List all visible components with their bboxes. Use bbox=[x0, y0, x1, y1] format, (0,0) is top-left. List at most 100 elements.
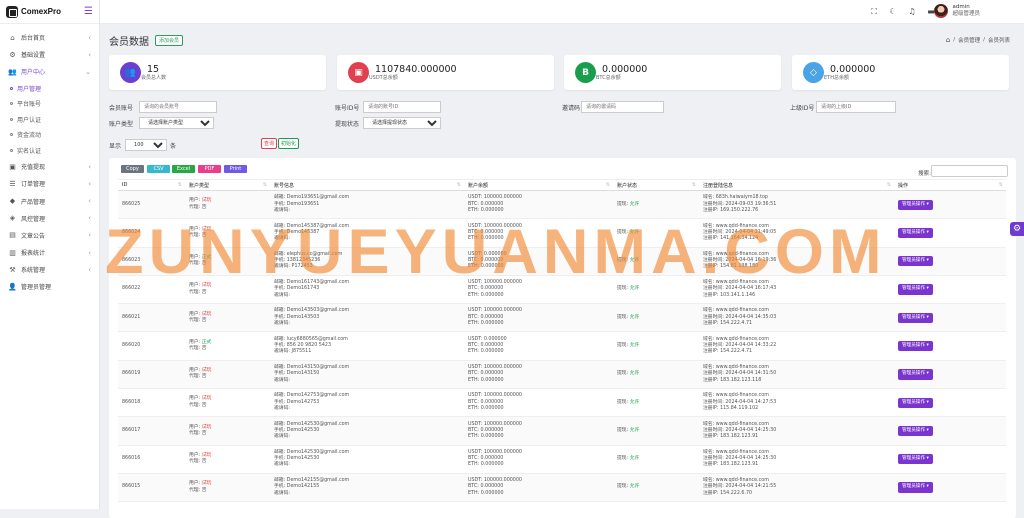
account-type-select[interactable]: 请选择账户类型 bbox=[139, 117, 214, 129]
cell-balance: USDT: 100000.000000BTC: 0.000000ETH: 0.0… bbox=[464, 219, 613, 247]
cell-login: 域名: www.qdd-finance.com注册时间: 2024-04-04 … bbox=[699, 219, 894, 247]
user-menu[interactable]: admin 超级管理员 bbox=[934, 4, 980, 18]
export-print-button[interactable]: Print bbox=[224, 165, 247, 173]
cell-balance: USDT: 100000.000000BTC: 0.000000ETH: 0.0… bbox=[464, 191, 613, 219]
column-header[interactable]: 账号信息⇅ bbox=[270, 180, 464, 191]
search-input[interactable] bbox=[931, 165, 1008, 177]
withdraw-status-select[interactable]: 请选择提现状态 bbox=[363, 117, 441, 129]
cell-status: 提现: 允许 bbox=[613, 247, 699, 275]
stat-card: ▣1107840.000000USDT总余额 bbox=[337, 55, 554, 90]
sidebar-item[interactable]: ⚒系统管理‹ bbox=[0, 261, 99, 278]
sidebar-subitem[interactable]: 实名认证 bbox=[0, 143, 99, 159]
menu-toggle-icon[interactable]: ☰ bbox=[84, 7, 93, 17]
column-header[interactable]: 账户类型⇅ bbox=[185, 180, 270, 191]
stat-label: 会员总人数 bbox=[141, 75, 166, 81]
sort-icon[interactable]: ⇅ bbox=[999, 182, 1003, 188]
reset-button[interactable]: 初始化 bbox=[278, 138, 299, 149]
sidebar-item-label: 管理员管理 bbox=[21, 282, 51, 291]
table-row: 866022用户: 试玩代理: 否邮箱: Demo161743@gmail.co… bbox=[118, 275, 1006, 303]
sidebar-subitem[interactable]: 资金流动 bbox=[0, 127, 99, 143]
stat-label: USDT总余额 bbox=[369, 75, 457, 81]
column-header[interactable]: 操作⇅ bbox=[894, 180, 1006, 191]
column-header[interactable]: ID⇅ bbox=[118, 180, 185, 191]
export-csv-button[interactable]: CSV bbox=[147, 165, 170, 173]
chevron-icon: ‹ bbox=[88, 34, 91, 42]
sidebar-item[interactable]: ◆产品管理‹ bbox=[0, 192, 99, 209]
settings-gear-icon[interactable]: ⚙ bbox=[1010, 222, 1024, 236]
sort-icon[interactable]: ⇅ bbox=[606, 182, 610, 188]
export-copy-button[interactable]: Copy bbox=[121, 165, 144, 173]
admin-action-button[interactable]: 管理员操作 ▾ bbox=[898, 369, 933, 379]
sort-icon[interactable]: ⇅ bbox=[692, 182, 696, 188]
sidebar-item[interactable]: 👤管理员管理 bbox=[0, 278, 99, 295]
sidebar-item[interactable]: ▥报表统计‹ bbox=[0, 244, 99, 261]
cell-account: 邮箱: Demo161743@gmail.com手机: Demo161743邀请… bbox=[270, 275, 464, 303]
column-header[interactable]: 账户余额⇅ bbox=[464, 180, 613, 191]
cell-id: 866021 bbox=[118, 304, 185, 332]
admin-action-button[interactable]: 管理员操作 ▾ bbox=[898, 398, 933, 408]
sidebar-item[interactable]: ⚙基础设置‹ bbox=[0, 46, 99, 63]
sidebar-subitem[interactable]: 平台账号 bbox=[0, 96, 99, 112]
cell-id: 866023 bbox=[118, 247, 185, 275]
cell-account: 邮箱: Demo142530@gmail.com手机: Demo142530邀请… bbox=[270, 417, 464, 445]
export-excel-button[interactable]: Excel bbox=[172, 165, 195, 173]
cell-status: 提现: 允许 bbox=[613, 304, 699, 332]
admin-action-button[interactable]: 管理员操作 ▾ bbox=[898, 426, 933, 436]
stat-label: ETH总余额 bbox=[824, 75, 875, 81]
member-table-card: CopyCSVExcelPDFPrint 搜索: ID⇅账户类型⇅账号信息⇅账户… bbox=[109, 158, 1016, 518]
parent-id-filter: 上级ID号 bbox=[790, 101, 896, 113]
column-header[interactable]: 账户状态⇅ bbox=[613, 180, 699, 191]
fullscreen-icon[interactable]: ⛶ bbox=[869, 7, 879, 17]
sidebar-item-label: 产品管理 bbox=[21, 197, 45, 206]
cart-icon: ☰ bbox=[8, 180, 17, 188]
dark-mode-icon[interactable]: ☾ bbox=[888, 7, 898, 17]
admin-action-button[interactable]: 管理员操作 ▾ bbox=[898, 454, 933, 464]
admin-action-button[interactable]: 管理员操作 ▾ bbox=[898, 284, 933, 294]
cell-account: 邮箱: elephus.cc@gmail.com手机: 13812345236邀… bbox=[270, 247, 464, 275]
table-row: 866021用户: 试玩代理: 否邮箱: Demo143503@gmail.co… bbox=[118, 304, 1006, 332]
cell-balance: USDT: 0.000000BTC: 0.000000ETH: 0.000000 bbox=[464, 332, 613, 360]
sidebar-subitem[interactable]: 用户认证 bbox=[0, 112, 99, 128]
sidebar-item[interactable]: ☰订单管理‹ bbox=[0, 175, 99, 192]
chevron-icon: ‹ bbox=[88, 266, 91, 274]
sidebar-item[interactable]: ▣充值提现‹ bbox=[0, 158, 99, 175]
breadcrumb-item[interactable]: 会员管理 bbox=[958, 36, 980, 44]
admin-action-button[interactable]: 管理员操作 ▾ bbox=[898, 256, 933, 266]
sidebar-item[interactable]: ◈风控管理‹ bbox=[0, 210, 99, 227]
cell-balance: USDT: 100000.000000BTC: 0.000000ETH: 0.0… bbox=[464, 275, 613, 303]
query-button[interactable]: 查询 bbox=[261, 138, 277, 149]
admin-action-button[interactable]: 管理员操作 ▾ bbox=[898, 228, 933, 238]
sidebar-item[interactable]: ▤文章公告‹ bbox=[0, 227, 99, 244]
sort-icon[interactable]: ⇅ bbox=[263, 182, 267, 188]
sidebar-item[interactable]: 👥用户中心⌄ bbox=[0, 63, 99, 80]
sidebar-item-label: 用户认证 bbox=[17, 115, 41, 124]
add-member-button[interactable]: 添加会员 bbox=[155, 35, 183, 46]
wallet-icon: ▣ bbox=[8, 163, 17, 171]
cell-id: 866018 bbox=[118, 389, 185, 417]
admin-action-button[interactable]: 管理员操作 ▾ bbox=[898, 482, 933, 492]
member-account-input[interactable] bbox=[139, 101, 217, 113]
sidebar-item[interactable]: ⌂后台首页‹ bbox=[0, 29, 99, 46]
brand-logo[interactable]: ComexPro ☰ bbox=[0, 0, 99, 24]
sidebar-item-label: 基础设置 bbox=[21, 50, 45, 59]
sort-icon[interactable]: ⇅ bbox=[887, 182, 891, 188]
column-header[interactable]: 注册登陆信息⇅ bbox=[699, 180, 894, 191]
export-pdf-button[interactable]: PDF bbox=[198, 165, 221, 173]
parent-id-input[interactable] bbox=[816, 101, 896, 113]
sort-icon[interactable]: ⇅ bbox=[457, 182, 461, 188]
account-id-input[interactable] bbox=[363, 101, 441, 113]
page-size-select[interactable]: 100 bbox=[125, 139, 167, 151]
admin-action-button[interactable]: 管理员操作 ▾ bbox=[898, 341, 933, 351]
admin-action-button[interactable]: 管理员操作 ▾ bbox=[898, 313, 933, 323]
sidebar-subitem[interactable]: 用户管理 bbox=[0, 81, 99, 97]
invite-code-input[interactable] bbox=[581, 101, 664, 113]
stat-card: B0.000000BTC总余额 bbox=[564, 55, 781, 90]
account-id-filter: 账号ID号 bbox=[335, 101, 441, 113]
member-account-filter: 会员账号 bbox=[109, 101, 217, 113]
admin-action-button[interactable]: 管理员操作 ▾ bbox=[898, 200, 933, 210]
sort-icon[interactable]: ⇅ bbox=[178, 182, 182, 188]
cell-login: 域名: www.qdd-finance.com注册时间: 2024-04-04 … bbox=[699, 360, 894, 388]
notification-icon[interactable]: ♫ bbox=[907, 7, 917, 17]
stat-card: 👥15会员总人数 bbox=[109, 55, 326, 90]
home-icon[interactable]: ⌂ bbox=[946, 36, 950, 44]
